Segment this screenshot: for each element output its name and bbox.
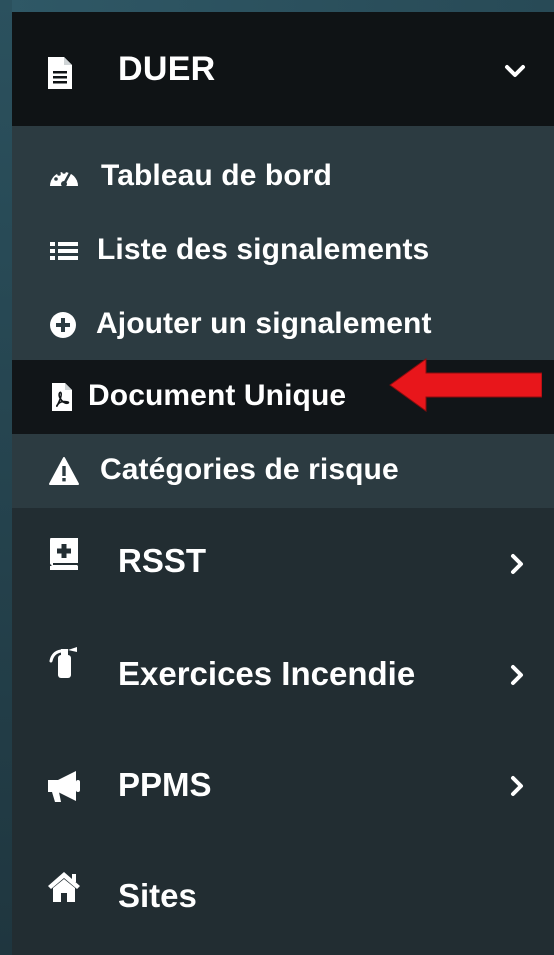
chevron-down-icon[interactable] (504, 62, 526, 82)
sidebar: DUER Tableau de bord Liste des signaleme… (12, 12, 554, 955)
submenu-item-liste-des-signalements[interactable]: Liste des signalements (12, 214, 554, 288)
bullhorn-icon (48, 771, 80, 802)
chevron-right-icon (511, 665, 523, 685)
chevron-right-icon (511, 776, 523, 796)
chevron-right-icon (511, 554, 523, 574)
submenu-item-label: Liste des signalements (97, 233, 430, 266)
sidebar-item-label: PPMS (118, 766, 212, 803)
warning-icon (49, 457, 79, 485)
sidebar-item-label: DUER (118, 50, 216, 88)
list-icon (50, 242, 78, 260)
dashboard-icon (50, 170, 78, 187)
fire-extinguisher-icon (49, 647, 77, 678)
file-pdf-icon (52, 383, 72, 411)
home-icon (48, 872, 80, 902)
submenu-item-ajouter-un-signalement[interactable]: Ajouter un signalement (12, 288, 554, 362)
submenu-item-tableau-de-bord[interactable]: Tableau de bord (12, 140, 554, 214)
sidebar-item-label: Sites (118, 877, 197, 914)
medical-book-icon (50, 538, 78, 570)
submenu-item-label: Catégories de risque (100, 453, 399, 486)
sidebar-item-label: RSST (118, 542, 207, 579)
submenu-item-label: Tableau de bord (101, 159, 332, 192)
submenu-item-categories-de-risque[interactable]: Catégories de risque (12, 434, 554, 508)
sidebar-item-sites[interactable]: Sites (12, 841, 554, 952)
plus-circle-icon (50, 312, 76, 338)
sidebar-item-exercices-incendie[interactable]: Exercices Incendie (12, 619, 554, 730)
annotation-arrow (389, 358, 542, 412)
sidebar-item-duer[interactable]: DUER (12, 12, 554, 126)
file-icon (48, 57, 72, 89)
window-frame-left (0, 0, 12, 955)
submenu-item-label: Document Unique (88, 379, 347, 412)
submenu-item-label: Ajouter un signalement (96, 307, 432, 340)
window-frame-top (0, 0, 554, 12)
duer-submenu: Tableau de bord Liste des signalements A… (12, 126, 554, 508)
sidebar-item-label: Exercices Incendie (118, 655, 416, 692)
sidebar-item-ppms[interactable]: PPMS (12, 730, 554, 841)
sidebar-item-rsst[interactable]: RSST (12, 508, 554, 619)
